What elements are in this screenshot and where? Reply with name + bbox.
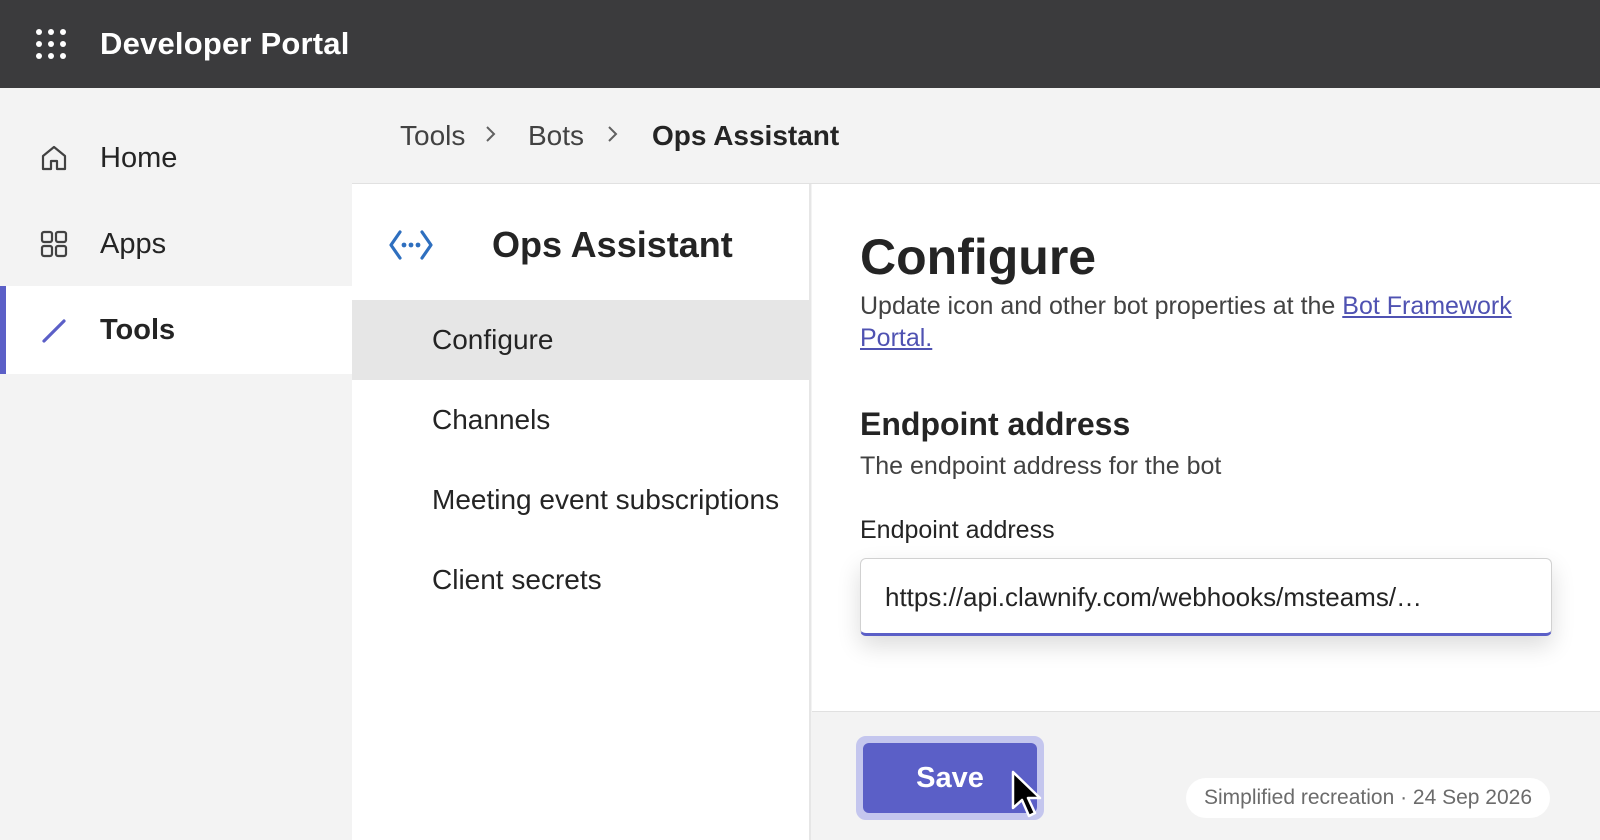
sub-nav-label: Meeting event subscriptions [432,484,780,515]
home-icon [41,145,67,171]
page-title: Configure [860,229,1097,285]
sub-nav-label: Channels [432,404,551,435]
chevron-right-icon [486,126,496,142]
breadcrumb-current: Ops Assistant [652,120,840,151]
left-nav: Home Apps Tools [0,88,352,840]
endpoint-address-input[interactable] [885,577,1505,617]
nav-item-apps[interactable]: Apps [0,200,352,288]
breadcrumb: Tools Bots Ops Assistant [352,88,1600,184]
sub-nav-client-secrets[interactable]: Client secrets [352,540,809,620]
bot-name: Ops Assistant [492,224,733,265]
section-description: The endpoint address for the bot [860,452,1222,480]
sub-nav-label: Configure [432,324,554,355]
top-bar: Developer Portal [0,0,1600,88]
bot-sub-nav: Ops Assistant Configure Channels Meeting… [352,184,811,840]
app-title: Developer Portal [100,26,350,61]
sub-nav-configure[interactable]: Configure [352,300,809,380]
apps-grid-icon [40,230,68,258]
endpoint-address-field-wrapper [860,558,1552,636]
configure-panel: Configure Update icon and other bot prop… [812,184,1600,712]
nav-item-tools[interactable]: Tools [0,286,352,374]
sub-nav-channels[interactable]: Channels [352,380,809,460]
nav-item-label: Home [100,141,178,174]
sub-nav-meeting-event-subscriptions[interactable]: Meeting event subscriptions [352,460,809,540]
app-launcher-icon[interactable] [36,29,68,61]
chevron-right-icon [608,126,618,142]
endpoint-address-label: Endpoint address [860,516,1055,544]
page-description: Update icon and other bot properties at … [860,290,1560,354]
pencil-icon [42,319,66,343]
recreation-note: Simplified recreation · 24 Sep 2026 [1186,778,1551,818]
sub-nav-label: Client secrets [432,564,602,595]
nav-item-home[interactable]: Home [0,114,352,202]
nav-item-label: Apps [100,227,167,260]
section-title: Endpoint address [860,406,1131,442]
bot-code-icon [389,230,433,260]
nav-item-label: Tools [100,313,176,346]
description-text: Update icon and other bot properties at … [860,292,1343,320]
mouse-pointer-icon [1011,770,1042,818]
breadcrumb-tools[interactable]: Tools [400,120,465,152]
footer-bar: Save Simplified recreation · 24 Sep 2026 [812,712,1600,840]
breadcrumb-bots[interactable]: Bots [528,120,584,152]
